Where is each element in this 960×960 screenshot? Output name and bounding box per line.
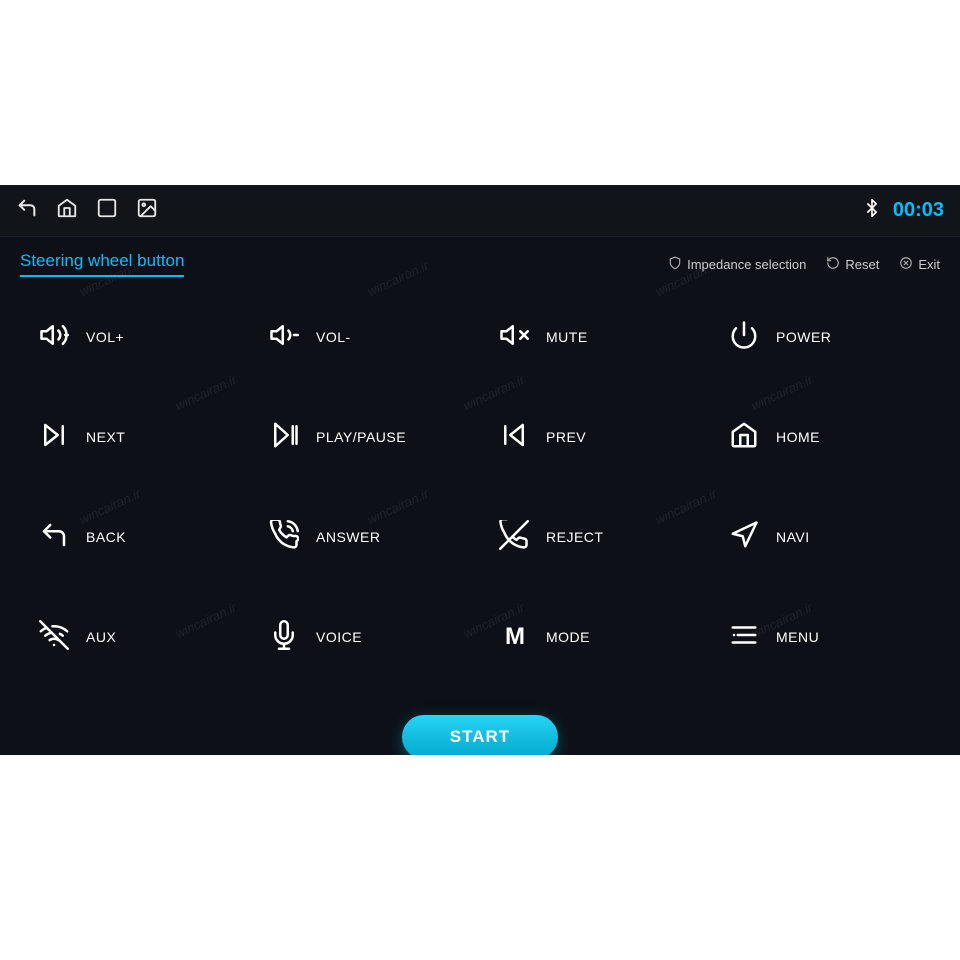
main-panel: wincairan.irwincairan.irwincairan.irwinc… <box>0 185 960 755</box>
impedance-label: Impedance selection <box>687 257 806 272</box>
nav-left-icons <box>16 197 158 225</box>
time-display: 00:03 <box>893 199 944 222</box>
prev-icon <box>496 420 532 454</box>
navi-icon <box>726 520 762 554</box>
prev-label: PREV <box>546 429 586 445</box>
power-icon <box>726 320 762 354</box>
reset-label: Reset <box>845 257 879 272</box>
home-label: HOME <box>776 429 820 445</box>
reject-icon <box>496 520 532 554</box>
reject-label: REJECT <box>546 529 603 545</box>
mute-icon <box>496 320 532 354</box>
impedance-selection-action[interactable]: Impedance selection <box>668 256 806 273</box>
vol-plus-label: VOL+ <box>86 329 124 345</box>
back-label: BACK <box>86 529 126 545</box>
top-whitespace <box>0 0 960 185</box>
mode-label: MODE <box>546 629 590 645</box>
voice-button[interactable]: VOICE <box>250 587 480 687</box>
home-btn-icon <box>726 420 762 454</box>
aux-icon <box>36 620 72 654</box>
navi-button[interactable]: NAVI <box>710 487 940 587</box>
next-button[interactable]: NEXT <box>20 387 250 487</box>
back-icon[interactable] <box>16 197 38 225</box>
vol-minus-label: VOL- <box>316 329 351 345</box>
prev-button[interactable]: PREV <box>480 387 710 487</box>
start-btn-container: START <box>0 707 960 755</box>
image-icon[interactable] <box>136 197 158 225</box>
voice-icon <box>266 620 302 654</box>
mode-icon: M <box>496 625 532 649</box>
voice-label: VOICE <box>316 629 362 645</box>
vol-plus-icon <box>36 320 72 354</box>
next-icon <box>36 420 72 454</box>
mute-label: MUTE <box>546 329 588 345</box>
play-pause-label: PLAY/PAUSE <box>316 429 406 445</box>
aux-label: AUX <box>86 629 116 645</box>
play-pause-button[interactable]: PLAY/PAUSE <box>250 387 480 487</box>
reset-icon <box>826 256 840 273</box>
menu-label: MENU <box>776 629 819 645</box>
nav-bar: 00:03 <box>0 185 960 237</box>
exit-label: Exit <box>918 257 940 272</box>
aux-button[interactable]: AUX <box>20 587 250 687</box>
power-button[interactable]: POWER <box>710 287 940 387</box>
play-pause-icon <box>266 420 302 454</box>
mute-button[interactable]: MUTE <box>480 287 710 387</box>
exit-icon <box>899 256 913 273</box>
answer-button[interactable]: ANSWER <box>250 487 480 587</box>
title-row: Steering wheel button Impedance selectio… <box>0 237 960 277</box>
answer-label: ANSWER <box>316 529 380 545</box>
reject-button[interactable]: REJECT <box>480 487 710 587</box>
vol-minus-button[interactable]: VOL- <box>250 287 480 387</box>
window-icon[interactable] <box>96 197 118 225</box>
back-button[interactable]: BACK <box>20 487 250 587</box>
bottom-whitespace <box>0 755 960 960</box>
exit-action[interactable]: Exit <box>899 256 940 273</box>
title-actions: Impedance selection Reset <box>668 256 940 273</box>
answer-icon <box>266 520 302 554</box>
button-grid: VOL+ VOL- MUTE POWER <box>0 277 960 707</box>
home-button[interactable]: HOME <box>710 387 940 487</box>
nav-right: 00:03 <box>863 199 944 222</box>
home-nav-icon[interactable] <box>56 197 78 225</box>
start-button[interactable]: START <box>402 715 558 755</box>
page-title: Steering wheel button <box>20 251 184 277</box>
next-label: NEXT <box>86 429 125 445</box>
mode-button[interactable]: M MODE <box>480 587 710 687</box>
back-btn-icon <box>36 520 72 554</box>
navi-label: NAVI <box>776 529 810 545</box>
menu-icon <box>726 620 762 654</box>
menu-button[interactable]: MENU <box>710 587 940 687</box>
vol-plus-button[interactable]: VOL+ <box>20 287 250 387</box>
bluetooth-icon <box>863 199 881 222</box>
power-label: POWER <box>776 329 831 345</box>
impedance-icon <box>668 256 682 273</box>
reset-action[interactable]: Reset <box>826 256 879 273</box>
vol-minus-icon <box>266 320 302 354</box>
